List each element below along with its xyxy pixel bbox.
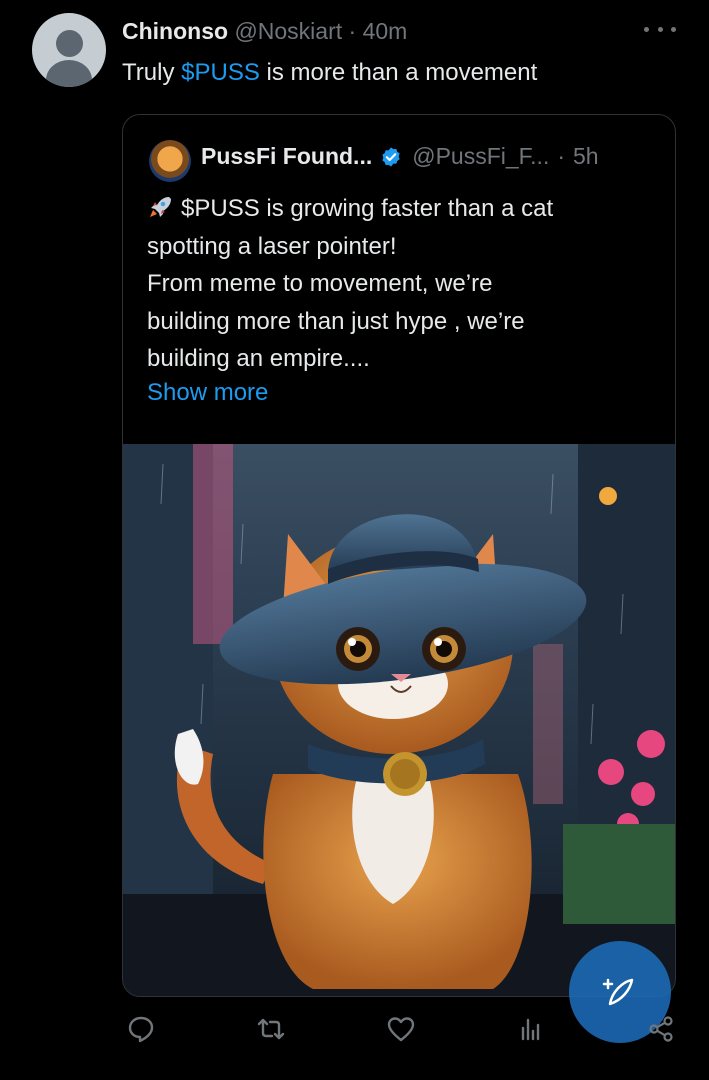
share-button[interactable] (646, 1014, 676, 1044)
verified-badge-icon (382, 146, 400, 167)
more-options-icon[interactable] (644, 19, 676, 39)
quoted-time[interactable]: 5h (573, 143, 599, 170)
tweet-time[interactable]: 40m (363, 18, 408, 44)
retweet-icon (257, 1018, 285, 1040)
cat-in-hat-image[interactable] (123, 444, 675, 996)
quoted-separator: · (557, 143, 566, 169)
header-separator: · (348, 18, 357, 44)
quoted-author-name[interactable]: PussFi Found... (201, 143, 372, 170)
reply-button[interactable] (126, 1014, 156, 1044)
show-more-link[interactable]: Show more (147, 379, 268, 407)
quoted-text: $PUSS is growing faster than a cat spott… (147, 190, 657, 378)
tweet-header: Chinonso @Noskiart · 40m (122, 18, 407, 45)
quoted-avatar[interactable] (149, 140, 191, 182)
rocket-icon (150, 197, 171, 217)
author-avatar[interactable] (32, 13, 106, 87)
quoted-line-2: spotting a laser pointer! (147, 232, 397, 260)
heart-icon (387, 1017, 415, 1042)
views-chart-icon (521, 1018, 540, 1041)
views-button[interactable] (516, 1014, 546, 1044)
quoted-header: PussFi Found... @PussFi_F... · 5h (201, 143, 599, 170)
reply-icon (128, 1016, 154, 1043)
quoted-tweet-card[interactable]: PussFi Found... @PussFi_F... · 5h $PUSS … (122, 114, 676, 997)
cashtag-link[interactable]: $PUSS (181, 59, 260, 86)
avatar-shoulders (46, 60, 92, 87)
quoted-line-1-text: $PUSS is growing faster than a cat (181, 195, 554, 222)
quoted-line-5: building an empire.... (147, 345, 370, 372)
quoted-line-3: From meme to movement, we’re (147, 270, 493, 297)
author-name[interactable]: Chinonso (122, 18, 228, 44)
quoted-handle[interactable]: @PussFi_F... (412, 143, 549, 170)
tweet-text-suffix: is more than a movement (266, 59, 538, 86)
quoted-line-4: building more than just hype , we’re (147, 307, 525, 335)
share-icon (649, 1016, 673, 1042)
quoted-line-1: $PUSS is growing faster than a cat (147, 190, 657, 228)
tweet-text-prefix: Truly (122, 59, 175, 86)
author-handle[interactable]: @Noskiart (234, 18, 342, 44)
avatar-head (56, 30, 83, 57)
retweet-button[interactable] (256, 1014, 286, 1044)
like-button[interactable] (386, 1014, 416, 1044)
tweet-text: Truly $PUSS is more than a movement (122, 59, 537, 87)
tweet-action-bar (0, 1014, 709, 1070)
compose-feather-icon (602, 978, 634, 1006)
